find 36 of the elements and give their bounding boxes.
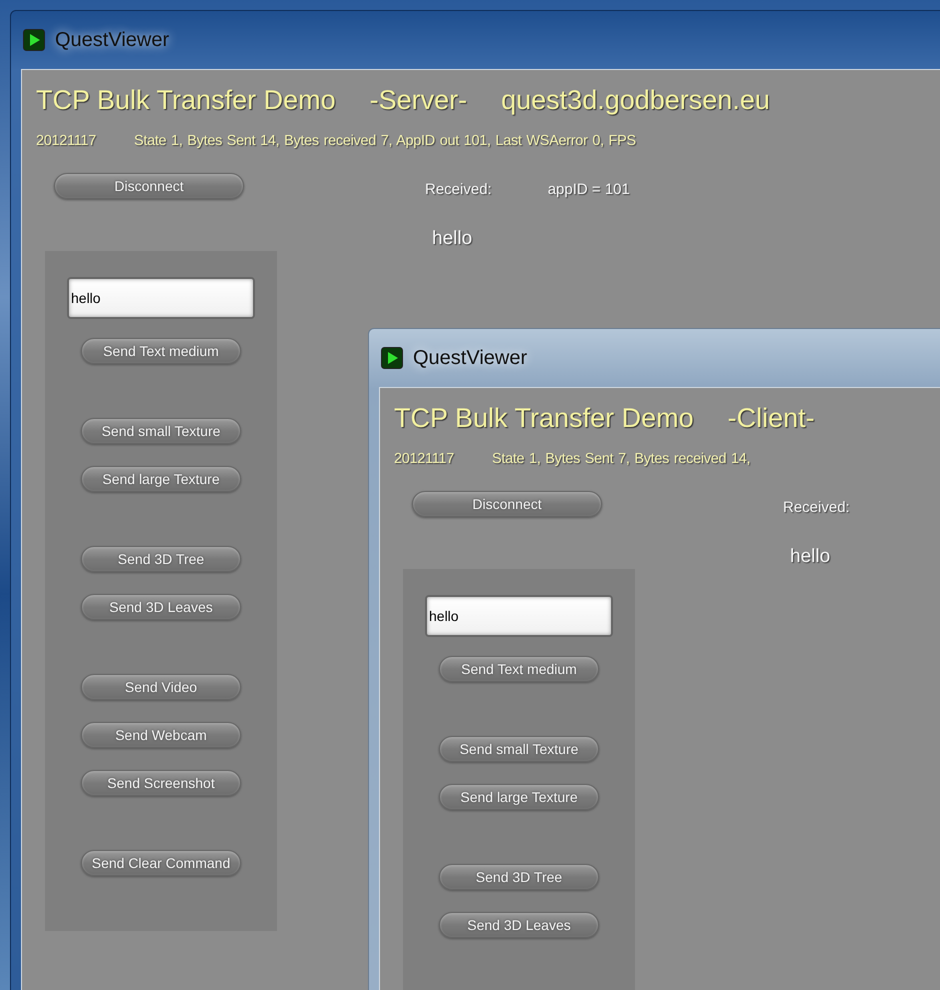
demo-title: TCP Bulk Transfer Demo [36,84,336,116]
send-button[interactable]: Send 3D Leaves [439,912,599,938]
window-title: QuestViewer [55,28,170,52]
demo-title: TCP Bulk Transfer Demo [394,402,694,434]
play-icon [381,347,403,369]
received-message: hello [432,228,474,250]
send-button[interactable]: Send Text medium [81,338,241,364]
message-input[interactable]: hello [425,595,613,637]
send-button[interactable]: Send Screenshot [81,770,241,796]
received-message: hello [790,546,832,568]
received-value: appID = 101 [548,181,630,198]
send-button[interactable]: Send Clear Command [81,850,241,876]
status-line: State 1, Bytes Sent 14, Bytes received 7, AppID out 101, Last WSAerror 0, FPS [134,133,636,149]
status-line: State 1, Bytes Sent 7, Bytes received 14, [492,451,750,467]
send-button[interactable]: Send 3D Leaves [81,594,241,620]
send-button[interactable]: Send large Texture [81,466,241,492]
received-label: Received: [783,499,850,516]
host-name: quest3d.godbersen.eu [501,84,770,116]
send-button[interactable]: Send Webcam [81,722,241,748]
send-button[interactable]: Send Text medium [439,656,599,682]
send-button[interactable]: Send 3D Tree [81,546,241,572]
date-label: 20121117 [36,133,96,149]
window-title: QuestViewer [413,346,528,370]
play-icon [23,29,45,51]
send-button[interactable]: Send Video [81,674,241,700]
send-button[interactable]: Send large Texture [439,784,599,810]
message-input[interactable]: hello [67,277,255,319]
send-button[interactable]: Send small Texture [81,418,241,444]
role-label: -Client- [728,402,815,434]
send-button[interactable]: Send small Texture [439,736,599,762]
received-label: Received: [425,181,492,198]
disconnect-button[interactable]: Disconnect [412,491,602,517]
send-button[interactable]: Send 3D Tree [439,864,599,890]
disconnect-button[interactable]: Disconnect [54,173,244,199]
role-label: -Server- [370,84,468,116]
date-label: 20121117 [394,451,454,467]
